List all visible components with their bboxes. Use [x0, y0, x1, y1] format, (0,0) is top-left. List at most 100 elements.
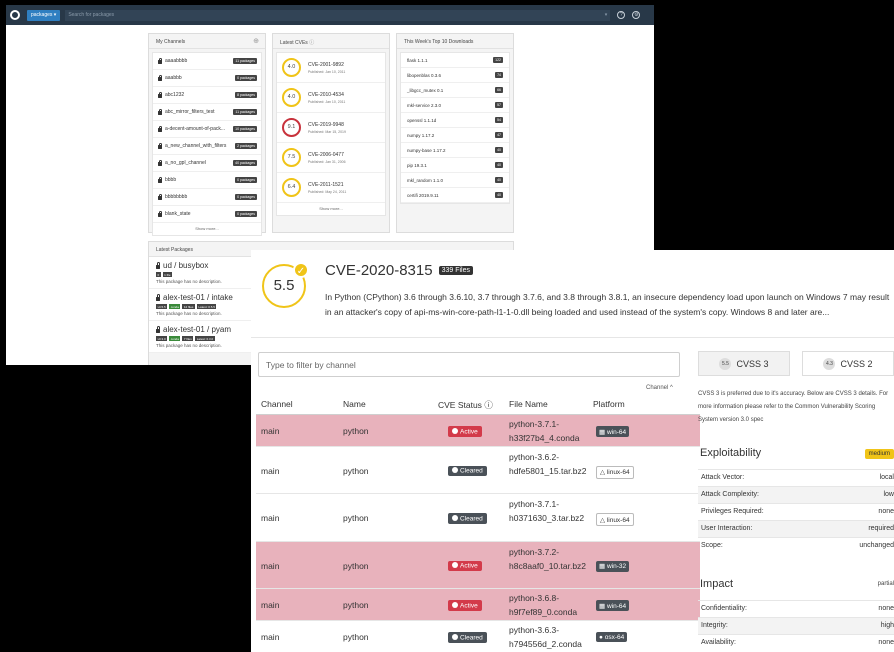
- download-list-item[interactable]: _libgcc_mutex 0.1 66: [401, 83, 509, 98]
- cve-list-item[interactable]: 4.0 CVE-2010-4534 Published: Jan 10, 2011: [277, 83, 385, 113]
- channel-list-item[interactable]: aaaabbbb 11 packages: [153, 53, 261, 70]
- package-count-badge: 40 packages: [233, 160, 257, 166]
- cve-list-item[interactable]: 9.1 CVE-2019-9948 Published: Mar 15, 2019: [277, 113, 385, 143]
- col-header-file-name[interactable]: File Name: [509, 399, 548, 409]
- table-row[interactable]: main python Active python-3.7.1-h33f27b4_4.…: [256, 415, 700, 447]
- metric-label: Privileges Required:: [701, 508, 764, 515]
- download-list-item[interactable]: mkl-service 2.3.0 57: [401, 98, 509, 113]
- tab-cvss2[interactable]: 4.3 CVSS 2: [802, 351, 894, 376]
- metric-row: User Interaction: required: [698, 520, 894, 537]
- package-name-text: alex-test-01 / intake: [163, 293, 233, 302]
- cvss3-mini-score: 5.5: [719, 357, 732, 370]
- cve-id: CVE-2010-4534: [308, 91, 344, 98]
- download-list-item[interactable]: openssl 1.1.1d 54: [401, 113, 509, 128]
- panel-title: This Week's Top 10 Downloads: [404, 39, 474, 45]
- table-row[interactable]: main python Cleared python-3.6.3-h794556d_2…: [256, 621, 700, 652]
- metric-value: required: [868, 525, 894, 532]
- lock-icon: [158, 210, 162, 217]
- col-header-channel[interactable]: Channel: [261, 399, 293, 409]
- help-icon[interactable]: ?: [617, 11, 626, 19]
- cve-status-badge: Cleared: [448, 632, 487, 643]
- cve-detail-window: 5.5 ✓ CVE-2020-8315 339 Files In Python …: [251, 250, 894, 652]
- lock-icon: [158, 125, 162, 132]
- cell-name: python: [343, 426, 369, 436]
- cve-text: CVE-2006-0477 Published: Jan 31, 2006: [308, 152, 346, 164]
- channel-list-item[interactable]: a-decent-amount-of-pack... 10 packages: [153, 121, 261, 138]
- cve-list-item[interactable]: 4.0 CVE-2001-9892 Published: Jan 10, 2011: [277, 53, 385, 83]
- show-more-link[interactable]: Show more...: [277, 203, 385, 215]
- channel-list-item[interactable]: a_new_channel_with_filters 2 packages: [153, 138, 261, 155]
- cell-file-name[interactable]: python-3.6.3-h794556d_2.conda: [509, 623, 591, 651]
- package-count-badge: 0 packages: [235, 75, 257, 81]
- download-list-item[interactable]: flask 1.1.1 122: [401, 53, 509, 68]
- cve-list-item[interactable]: 7.5 CVE-2006-0477 Published: Jan 31, 2006: [277, 143, 385, 173]
- channel-list-item[interactable]: abc1232 8 packages: [153, 87, 261, 104]
- download-list-item[interactable]: numpy-base 1.17.2 40: [401, 143, 509, 158]
- package-count-badge: 0 packages: [235, 194, 257, 200]
- alert-icon: [452, 601, 458, 608]
- search-input[interactable]: Search for packages ▾: [65, 9, 611, 21]
- platform-badge: ▦ win-64: [596, 426, 630, 437]
- tab-cvss2-label: CVSS 2: [840, 358, 873, 369]
- col-header-cve-status[interactable]: CVE Status ⓘ: [438, 399, 493, 411]
- cve-published-date: Published: May 24, 2011: [308, 189, 347, 194]
- channel-filter-input[interactable]: Type to filter by channel: [258, 352, 680, 377]
- cve-score-ring: 6.4: [282, 178, 301, 197]
- channel-list-item[interactable]: abc_mirror_filters_test 11 packages: [153, 104, 261, 121]
- cve-score-ring: 4.0: [282, 58, 301, 77]
- platform-label: win-64: [606, 428, 627, 436]
- col-header-platform[interactable]: Platform: [593, 399, 625, 409]
- cve-list-item[interactable]: 6.4 CVE-2011-1521 Published: May 24, 2011: [277, 173, 385, 203]
- add-channel-icon[interactable]: ⊕: [253, 37, 259, 45]
- table-row[interactable]: main python Cleared python-3.7.1-h0371630_3…: [256, 494, 700, 542]
- table-row[interactable]: main python Active python-3.7.2-h8c8aaf0_10…: [256, 542, 700, 589]
- channel-list-item[interactable]: blank_state 0 packages: [153, 206, 261, 223]
- metric-row: Integrity: high: [698, 617, 894, 634]
- download-list-item[interactable]: certifi 2019.9.11 40: [401, 188, 509, 203]
- cell-name: python: [343, 632, 369, 642]
- my-channels-panel: My Channels ⊕ aaaabbbb 11 packages aaabbb 0 …: [148, 33, 266, 236]
- platform-label: linux-64: [606, 469, 630, 476]
- download-count-badge: 40: [495, 162, 503, 168]
- cell-file-name[interactable]: python-3.7.2-h8c8aaf0_10.tar.bz2: [509, 545, 591, 573]
- table-header: Channel Name CVE Status ⓘ File Name Plat…: [256, 393, 700, 415]
- cell-file-name[interactable]: python-3.6.8-h9f7ef89_0.conda: [509, 591, 591, 619]
- info-icon[interactable]: ⓘ: [309, 40, 314, 46]
- cve-id: CVE-2019-9948: [308, 121, 344, 128]
- tab-cvss3[interactable]: 5.5 CVSS 3: [698, 351, 790, 376]
- gear-icon[interactable]: ⚙: [632, 11, 641, 19]
- channel-list-item[interactable]: bbbb 0 packages: [153, 172, 261, 189]
- impact-section: Impact partial: [700, 578, 894, 590]
- package-badge: v0.5.5: [156, 304, 168, 309]
- channel-sort-toggle[interactable]: Channel ^: [646, 385, 673, 391]
- cell-file-name[interactable]: python-3.6.2-hdfe5801_15.tar.bz2: [509, 450, 591, 478]
- package-badge: 12 files: [182, 304, 195, 309]
- latest-cves-panel: Latest CVEs ⓘ 4.0 CVE-2001-9892 Published:…: [272, 33, 390, 233]
- cve-status-badge: Active: [448, 560, 482, 571]
- channel-list-item[interactable]: bbbbbbbb 0 packages: [153, 189, 261, 206]
- info-icon[interactable]: ⓘ: [484, 400, 493, 410]
- package-count-badge: 11 packages: [233, 109, 257, 115]
- download-list-item[interactable]: numpy 1.17.2 47: [401, 128, 509, 143]
- cve-status-label: Cleared: [460, 515, 483, 522]
- col-header-name[interactable]: Name: [343, 399, 366, 409]
- cell-name: python: [343, 513, 369, 523]
- cell-file-name[interactable]: python-3.7.1-h33f27b4_4.conda: [509, 417, 591, 445]
- channel-list-item[interactable]: aaabbb 0 packages: [153, 70, 261, 87]
- table-row[interactable]: main python Cleared python-3.6.2-hdfe5801_1…: [256, 447, 700, 494]
- cve-title: CVE-2020-8315 339 Files: [325, 262, 473, 279]
- alert-icon: [452, 427, 458, 434]
- logo-icon[interactable]: [10, 10, 20, 20]
- package-count-badge: 11 packages: [233, 58, 257, 64]
- packages-dropdown[interactable]: packages ▾: [27, 9, 61, 21]
- channel-list: aaaabbbb 11 packages aaabbb 0 packages abc12…: [152, 52, 262, 236]
- download-list-item[interactable]: libopenblas 0.3.6 74: [401, 68, 509, 83]
- channel-list-item[interactable]: a_no_gpl_channel 40 packages: [153, 155, 261, 172]
- alert-icon: [452, 562, 458, 568]
- cell-channel: main: [261, 560, 280, 571]
- download-list-item[interactable]: mkl_random 1.1.0 40: [401, 173, 509, 188]
- table-row[interactable]: main python Active python-3.6.8-h9f7ef89_0.…: [256, 589, 700, 621]
- cell-file-name[interactable]: python-3.7.1-h0371630_3.tar.bz2: [509, 497, 591, 525]
- download-list-item[interactable]: pip 19.3.1 40: [401, 158, 509, 173]
- show-more-link[interactable]: Show more...: [153, 223, 261, 235]
